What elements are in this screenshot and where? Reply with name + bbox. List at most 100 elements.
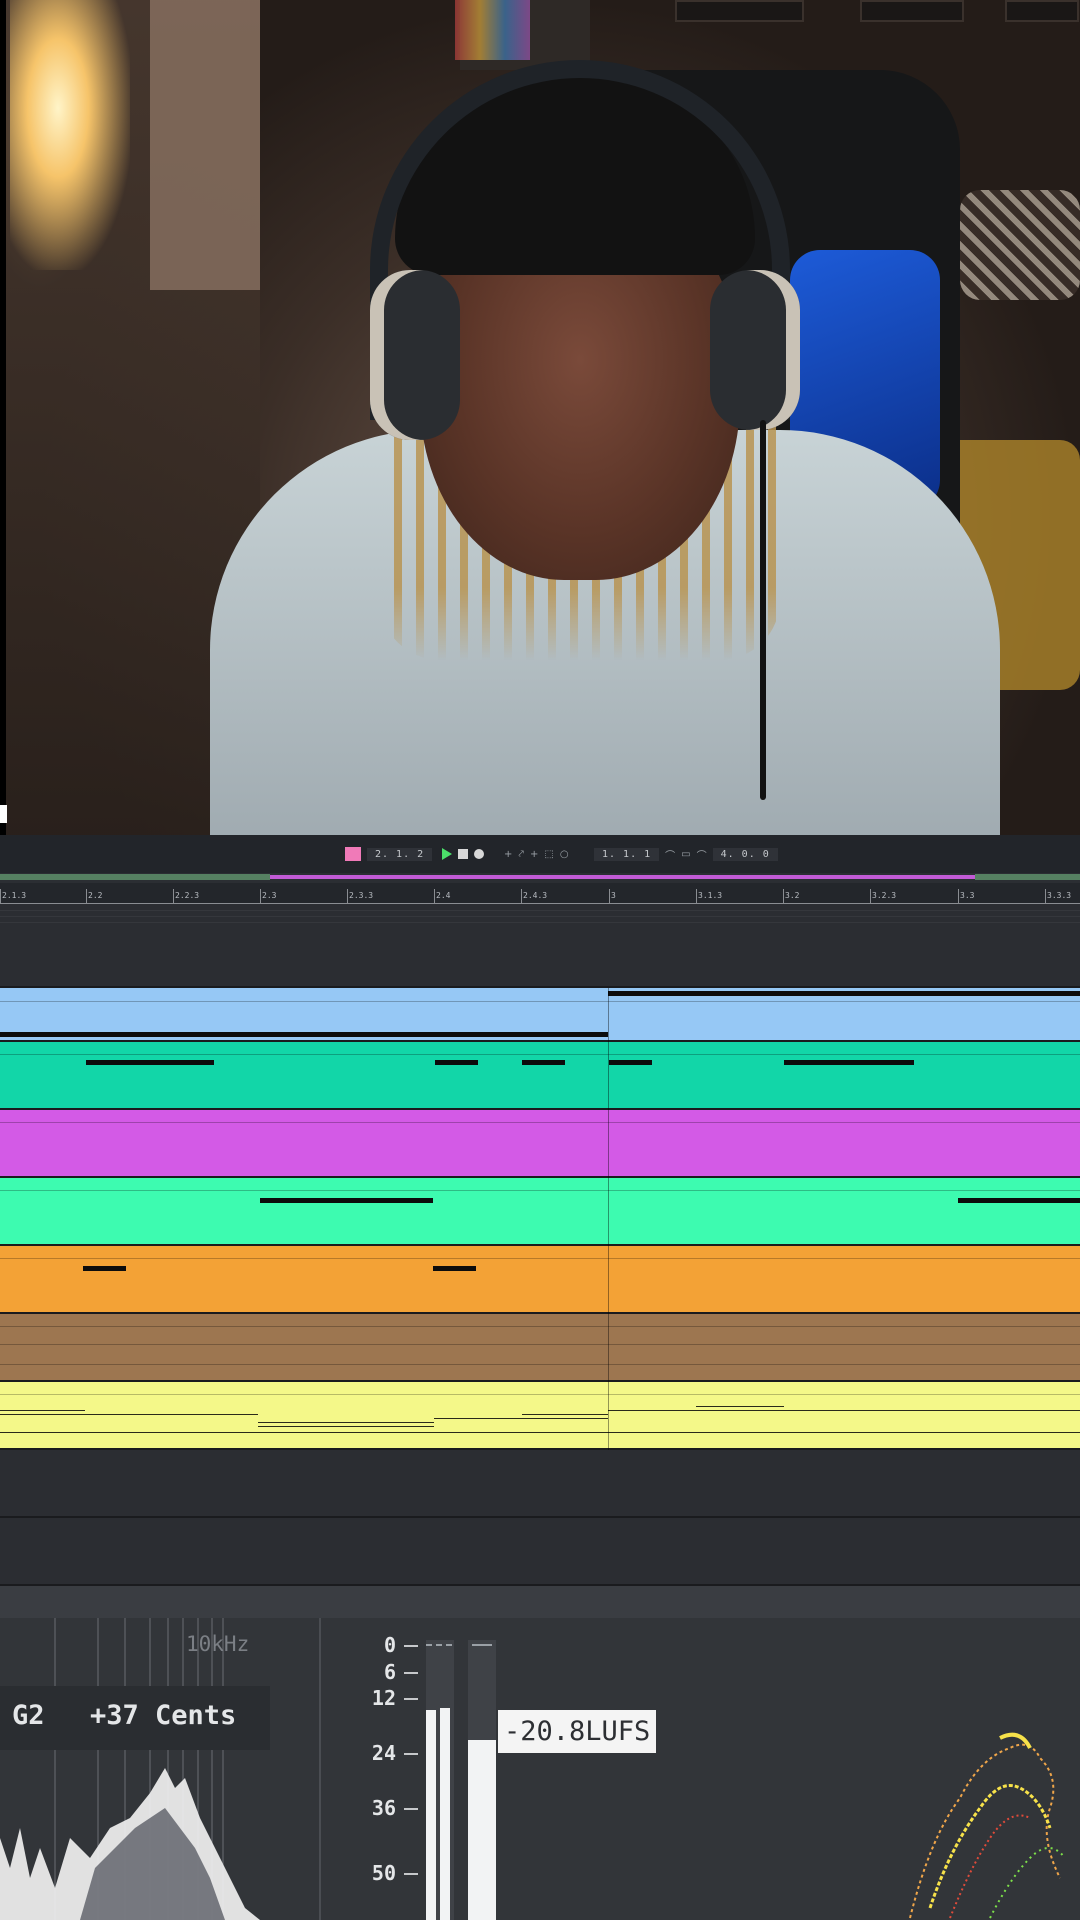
midi-note[interactable] <box>433 1266 476 1271</box>
frequency-label: 10kHz <box>186 1632 250 1656</box>
ruler-tick: 3.2.3 <box>869 889 897 903</box>
track-empty[interactable] <box>0 1518 1080 1586</box>
ruler-tick: 3.3 <box>957 889 975 903</box>
automation-line <box>522 1414 608 1415</box>
meter-scale-label: 24 <box>371 1741 396 1765</box>
ruler-tick: 3.2 <box>782 889 800 903</box>
background-pillow <box>960 190 1080 300</box>
arrangement-overview[interactable] <box>0 873 1080 883</box>
ruler-tick: 2.1.3 <box>0 889 27 903</box>
meter-scale-label: 12 <box>371 1686 396 1710</box>
meter-scale-tick <box>404 1873 418 1875</box>
add-icon[interactable]: + <box>504 849 512 860</box>
ruler-tick: 2.2.3 <box>172 889 200 903</box>
ruler-tick: 3 <box>609 889 616 903</box>
track-empty[interactable] <box>0 1450 1080 1518</box>
song-position[interactable]: 2. 1. 2 <box>367 847 433 861</box>
webcam-feed <box>0 0 1080 835</box>
headphones-left-cup <box>370 270 460 440</box>
midi-note[interactable] <box>958 1198 1080 1203</box>
vectorscope <box>909 1732 1066 1919</box>
track-empty[interactable] <box>0 904 1080 988</box>
midi-note[interactable] <box>522 1060 565 1065</box>
capture-icon[interactable]: ⬚ <box>544 849 553 860</box>
meter-scale-label: 6 <box>383 1660 396 1684</box>
beat-ruler[interactable]: 2.1.3 2.2 2.2.3 2.3 2.3.3 2.4 2.4.3 3 3.… <box>0 883 1080 904</box>
meter-scale-tick <box>404 1753 418 1755</box>
arrangement-tracks[interactable] <box>0 904 1080 1618</box>
ruler-tick: 3.3.3 <box>1044 889 1072 903</box>
overview-clip <box>975 874 1080 880</box>
loop-brace[interactable] <box>270 875 975 879</box>
meter-scale-tick <box>404 1672 418 1674</box>
ruler-tick: 2.3 <box>259 889 277 903</box>
stop-icon[interactable] <box>458 849 468 859</box>
pitch-note: G2 <box>12 1700 45 1731</box>
track-clip-magenta[interactable] <box>0 1110 1080 1178</box>
ruler-tick: 2.4.3 <box>520 889 548 903</box>
automation-line <box>0 1410 85 1411</box>
track-empty[interactable] <box>0 1586 1080 1618</box>
headphones-right-cup <box>710 270 800 430</box>
level-meter-loudness <box>468 1640 496 1920</box>
webcam-marker <box>0 805 7 823</box>
track-clip-teal[interactable] <box>0 1042 1080 1110</box>
session-record-icon[interactable]: ○ <box>560 849 569 860</box>
midi-note[interactable] <box>784 1060 914 1065</box>
meter-scale-label: 0 <box>383 1633 396 1657</box>
midi-note[interactable] <box>609 1060 652 1065</box>
automation-line <box>434 1418 608 1419</box>
analyzer-panel: 10kHz G2 +37 Cents 0 6 12 24 36 50 -20.8… <box>0 1618 1080 1920</box>
ruler-tick: 2.4 <box>433 889 451 903</box>
meter-scale-label: 50 <box>371 1861 396 1885</box>
automation-line <box>696 1406 784 1407</box>
meter-scale-label: 36 <box>371 1796 396 1820</box>
midi-note[interactable] <box>86 1060 214 1065</box>
transport-bar: 2. 1. 2 + ⤤ + ⬚ ○ 1. 1. 1 ⌒ ▭ ⌒ 4. 0. 0 <box>0 835 1080 873</box>
punch-in-icon[interactable]: ⌒ <box>665 847 675 862</box>
headphones-cable <box>760 420 766 800</box>
midi-note[interactable] <box>0 1032 608 1037</box>
meter-scale-tick <box>404 1808 418 1810</box>
insert-icon[interactable]: + <box>530 849 538 860</box>
automation-line <box>608 1410 1080 1411</box>
background-door <box>150 0 260 290</box>
midi-note[interactable] <box>83 1266 126 1271</box>
wall-frame <box>1005 0 1079 22</box>
play-icon[interactable] <box>442 848 452 860</box>
loop-start[interactable]: 1. 1. 1 <box>594 847 660 861</box>
track-clip-orange[interactable] <box>0 1246 1080 1314</box>
track-clip-green[interactable] <box>0 1178 1080 1246</box>
wall-frame <box>860 0 964 22</box>
midi-note[interactable] <box>435 1060 478 1065</box>
background-books <box>455 0 530 60</box>
track-clip-brown[interactable] <box>0 1314 1080 1382</box>
automation-line <box>258 1422 434 1423</box>
track-clip-lightblue[interactable] <box>0 988 1080 1042</box>
spectrum-analyzer <box>0 1618 260 1920</box>
panel-divider <box>319 1618 321 1920</box>
pitch-cents: +37 Cents <box>90 1700 237 1731</box>
loop-icon[interactable]: ▭ <box>681 849 690 860</box>
ruler-tick: 3.1.3 <box>695 889 723 903</box>
level-meter-left <box>426 1640 454 1920</box>
midi-note[interactable] <box>608 991 1080 996</box>
automation-line <box>0 1432 1080 1433</box>
loop-length[interactable]: 4. 0. 0 <box>712 847 778 861</box>
webcam-edge <box>0 0 6 835</box>
wall-frame <box>675 0 804 22</box>
track-clip-yellow[interactable] <box>0 1382 1080 1450</box>
automation-icon[interactable]: ⤤ <box>518 849 524 860</box>
ruler-tick: 2.3.3 <box>346 889 374 903</box>
automation-line <box>258 1426 434 1427</box>
automation-line <box>0 1414 258 1415</box>
overview-clip <box>0 874 270 880</box>
lamp-light <box>10 0 130 270</box>
meter-scale-tick <box>404 1698 418 1700</box>
punch-out-icon[interactable]: ⌒ <box>697 847 707 862</box>
meter-scale-tick <box>404 1645 418 1647</box>
midi-note[interactable] <box>260 1198 433 1203</box>
ruler-tick: 2.2 <box>85 889 103 903</box>
record-icon[interactable] <box>474 849 484 859</box>
follow-button[interactable] <box>345 847 361 861</box>
